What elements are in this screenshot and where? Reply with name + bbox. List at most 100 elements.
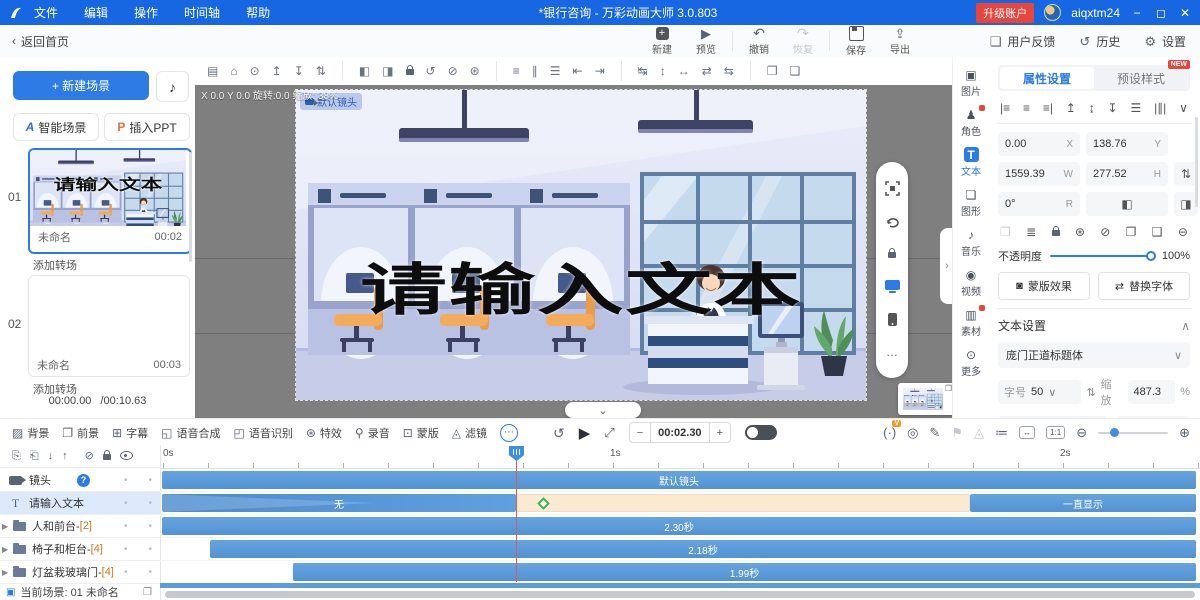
rail-item-text[interactable]: T 文本: [954, 147, 988, 178]
preview-button[interactable]: ▶ 预览: [684, 27, 728, 56]
flip-vertical-icon[interactable]: ◨: [382, 65, 393, 77]
camera-bar[interactable]: 默认镜头: [162, 471, 1196, 489]
letter-spacing-icon[interactable]: |∥|: [1154, 101, 1166, 115]
lock-icon[interactable]: [1052, 225, 1060, 239]
track-visibility-dot[interactable]: •: [148, 544, 152, 555]
loop-toggle[interactable]: [745, 425, 777, 440]
redo-button[interactable]: ↷ 恢复: [781, 26, 825, 56]
menu-file[interactable]: 文件: [34, 4, 58, 21]
track-lamp-plant-door[interactable]: ▶ 灯盆栽玻璃门- [4] ••: [0, 561, 160, 584]
delete-icon[interactable]: ⊖: [1178, 225, 1188, 239]
subtitle-button[interactable]: ⊞字幕: [112, 425, 148, 441]
link-size-icon[interactable]: ⇅: [1086, 386, 1095, 399]
text-align-left-icon[interactable]: |≡: [1000, 101, 1010, 115]
actual-size-icon[interactable]: 1:1: [1046, 426, 1065, 439]
home-view-icon[interactable]: ⌂: [230, 65, 237, 77]
user-avatar[interactable]: [1044, 4, 1061, 21]
rail-item-video[interactable]: ◉ 视频: [954, 267, 988, 298]
save-button[interactable]: 保存: [834, 26, 878, 57]
timeline-tracks-area[interactable]: 0s 1s 2s 默认镜头 无 一直显示 2.30秒 2.18秒 1.99秒: [160, 445, 1200, 600]
tab-presets[interactable]: 预设样式 NEW: [1094, 67, 1188, 89]
timeline-ruler[interactable]: 0s 1s 2s: [160, 445, 1200, 469]
flip-horizontal-icon[interactable]: ◧: [359, 65, 370, 77]
keyframe-diamond[interactable]: [537, 497, 550, 510]
scene-2-thumbnail[interactable]: 未命名 00:03: [28, 275, 190, 377]
filter-button[interactable]: ◬滤镜: [452, 425, 487, 441]
timeline-zoom-slider[interactable]: [1098, 432, 1168, 434]
distribute-horizontal-icon[interactable]: ⇤: [573, 65, 583, 77]
copy-icon[interactable]: ❐: [767, 65, 778, 77]
track-visibility-dot[interactable]: •: [148, 567, 152, 578]
menu-timeline[interactable]: 时间轴: [184, 4, 220, 21]
replay-icon[interactable]: ↺: [553, 426, 565, 440]
back-home-button[interactable]: ‹ 返回首页: [12, 33, 69, 50]
settings-button[interactable]: ⚙ 设置: [1144, 33, 1186, 50]
minimize-icon[interactable]: −: [1130, 6, 1144, 20]
add-transition-link-1[interactable]: 添加转场: [33, 257, 77, 273]
delete-icon[interactable]: ⊘: [448, 65, 458, 77]
add-group-icon[interactable]: ⎘: [12, 451, 21, 462]
y-field[interactable]: 138.76Y: [1086, 132, 1168, 156]
copy-icon[interactable]: ❐: [143, 587, 152, 598]
time-decrease-button[interactable]: −: [630, 423, 650, 442]
new-button[interactable]: + 新建: [640, 27, 684, 56]
scene-2-name[interactable]: 未命名: [37, 357, 70, 373]
valign-top-icon[interactable]: ↥: [1066, 101, 1076, 115]
align-middle-icon[interactable]: ↧: [294, 65, 304, 77]
opacity-slider[interactable]: [1050, 255, 1154, 257]
zoom-out-icon[interactable]: ⊖: [1076, 426, 1087, 439]
background-button[interactable]: ▨背景: [12, 425, 49, 441]
snap-bottom-icon[interactable]: ⇄: [702, 65, 712, 77]
move-down-icon[interactable]: ↓: [48, 451, 54, 462]
edit-icon[interactable]: ✎: [930, 426, 941, 439]
paste-icon[interactable]: ❑: [1152, 225, 1163, 239]
align-top-icon[interactable]: ↥: [272, 65, 282, 77]
ungroup-icon[interactable]: ⎗: [30, 451, 39, 462]
people-track-row[interactable]: 2.30秒: [160, 515, 1200, 538]
font-size-select[interactable]: 字号 50 ∨: [998, 380, 1081, 404]
entrance-animation-bar[interactable]: 无: [162, 494, 516, 512]
new-scene-button[interactable]: + 新建场景: [13, 71, 149, 100]
fit-width-icon[interactable]: ↔: [1019, 426, 1035, 439]
menu-edit[interactable]: 编辑: [84, 4, 108, 21]
expand-icon[interactable]: ❐: [945, 384, 952, 393]
snap-left-icon[interactable]: ↹: [638, 65, 648, 77]
group-icon[interactable]: ❐: [1000, 225, 1011, 239]
rail-item-more[interactable]: ⊙ 更多: [954, 347, 988, 378]
zoom-in-icon[interactable]: ⊕: [1179, 426, 1190, 439]
copy-icon[interactable]: ❐: [1126, 225, 1137, 239]
trash-icon[interactable]: ⊘: [85, 451, 94, 462]
insert-ppt-button[interactable]: P 插入PPT: [104, 113, 190, 141]
people-bar[interactable]: 2.30秒: [162, 517, 1196, 535]
track-visibility-dot[interactable]: •: [148, 498, 152, 509]
chevron-up-icon[interactable]: ∧: [1181, 319, 1190, 333]
landscape-mode-icon[interactable]: [884, 279, 901, 294]
font-family-select[interactable]: 庞门正道标题体 ∨: [998, 342, 1190, 368]
duration-bar[interactable]: [516, 494, 970, 512]
track-lock-dot[interactable]: •: [124, 475, 128, 486]
layer-order-icon[interactable]: ≣: [1026, 225, 1036, 239]
text-element[interactable]: 请输入文本: [360, 246, 802, 327]
timeline-scrollbar[interactable]: [165, 591, 1195, 598]
lock-icon[interactable]: [406, 65, 414, 77]
valign-bottom-icon[interactable]: ↧: [1108, 101, 1118, 115]
scene-panel-scrollbar[interactable]: [189, 152, 192, 262]
track-camera[interactable]: 镜头 ? ••: [0, 469, 160, 492]
funnel-icon[interactable]: ◬: [974, 426, 984, 439]
smart-scene-button[interactable]: A 智能场景: [13, 113, 99, 141]
effects-button[interactable]: ⊛特效: [306, 425, 342, 441]
group-rotate-icon[interactable]: ⊛: [470, 65, 480, 77]
tab-attributes[interactable]: 属性设置: [1000, 67, 1094, 89]
export-button[interactable]: ⇪ 导出: [878, 27, 922, 56]
more-tools-icon[interactable]: ⋯: [500, 424, 518, 442]
lamp-bar[interactable]: 1.99秒: [293, 563, 1196, 581]
focus-frame-icon[interactable]: [885, 181, 900, 196]
track-lock-dot[interactable]: •: [124, 521, 128, 532]
rail-item-shape[interactable]: ❏ 图形: [954, 187, 988, 218]
speech-recognition-button[interactable]: ◰语音识别: [234, 425, 293, 441]
portrait-mode-icon[interactable]: [887, 312, 898, 327]
align-bottom-icon[interactable]: ⇅: [316, 65, 326, 77]
help-icon[interactable]: ?: [77, 474, 90, 487]
rail-item-character[interactable]: ♟ 角色: [954, 107, 988, 138]
no-rotate-icon[interactable]: ⊘: [1100, 225, 1110, 239]
